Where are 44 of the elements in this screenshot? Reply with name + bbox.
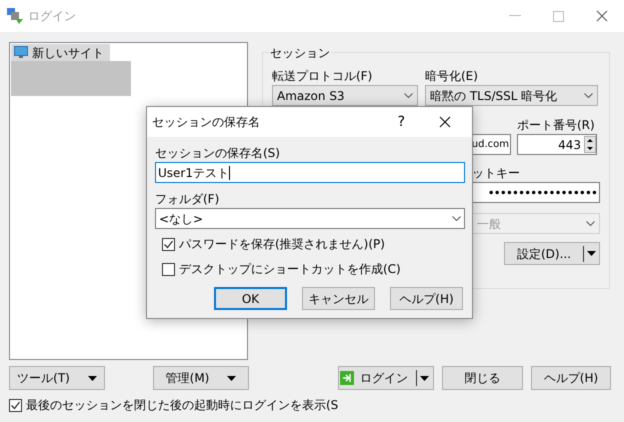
encryption-dropdown[interactable]: 暗黙の TLS/SSL 暗号化 xyxy=(425,85,598,106)
caret-down-icon xyxy=(88,376,97,380)
help-button[interactable]: ヘルプ(H) xyxy=(531,366,611,390)
app-icon xyxy=(6,7,24,25)
protocol-dropdown[interactable]: Amazon S3 xyxy=(272,85,418,106)
dialog-button[interactable]: OK xyxy=(214,287,287,310)
chevron-down-icon xyxy=(452,216,461,221)
monitor-icon xyxy=(14,46,28,59)
close-button[interactable]: 閉じる xyxy=(442,366,523,390)
field-label: フォルダ(F) xyxy=(155,191,220,208)
session-name-field[interactable]: User1テスト xyxy=(155,162,465,183)
checkbox[interactable] xyxy=(9,398,22,412)
close-icon[interactable] xyxy=(439,116,451,128)
checkbox[interactable] xyxy=(162,262,175,276)
dialog-title: セッションの保存名 xyxy=(152,114,260,131)
chevron-down-icon xyxy=(584,93,593,98)
field-label: セッションの保存名(S) xyxy=(155,145,281,162)
field-label: ポート番号(R) xyxy=(517,117,596,134)
checkbox-label: 最後のセッションを閉じた後の起動時にログインを表示(S xyxy=(26,397,338,414)
spinner-icon[interactable] xyxy=(584,136,596,153)
field-label: ットキー xyxy=(472,165,521,182)
settings-button[interactable]: 設定(D)... xyxy=(504,242,600,265)
folder-dropdown[interactable]: <なし> xyxy=(155,208,465,229)
window-title: ログイン xyxy=(28,8,76,25)
checkbox-label: パスワードを保存(推奨されません)(P) xyxy=(179,236,385,253)
field-label: 暗号化(E) xyxy=(425,68,479,85)
manage-button[interactable]: 管理(M) xyxy=(153,366,249,390)
tree-item[interactable]: 新しいサイト xyxy=(11,44,110,61)
chevron-down-icon xyxy=(404,93,413,98)
checkbox[interactable] xyxy=(162,238,175,250)
field-label: 転送プロトコル(F) xyxy=(272,68,374,85)
checkbox-label: デスクトップにショートカットを作成(C) xyxy=(179,261,401,278)
caret-down-icon xyxy=(420,376,429,380)
help-glyph[interactable]: ? xyxy=(398,112,405,132)
port-field[interactable]: 443 xyxy=(517,134,597,155)
caret-down-icon xyxy=(227,376,236,380)
caret-down-icon xyxy=(587,251,596,256)
chevron-down-icon xyxy=(586,221,595,226)
login-icon xyxy=(340,371,354,385)
dialog-button[interactable]: ヘルプ(H) xyxy=(390,287,463,310)
dialog-button[interactable]: キャンセル xyxy=(302,287,375,310)
login-button[interactable]: ログイン xyxy=(338,366,434,390)
close-icon[interactable] xyxy=(596,10,608,22)
tools-button[interactable]: ツール(T) xyxy=(9,366,105,390)
